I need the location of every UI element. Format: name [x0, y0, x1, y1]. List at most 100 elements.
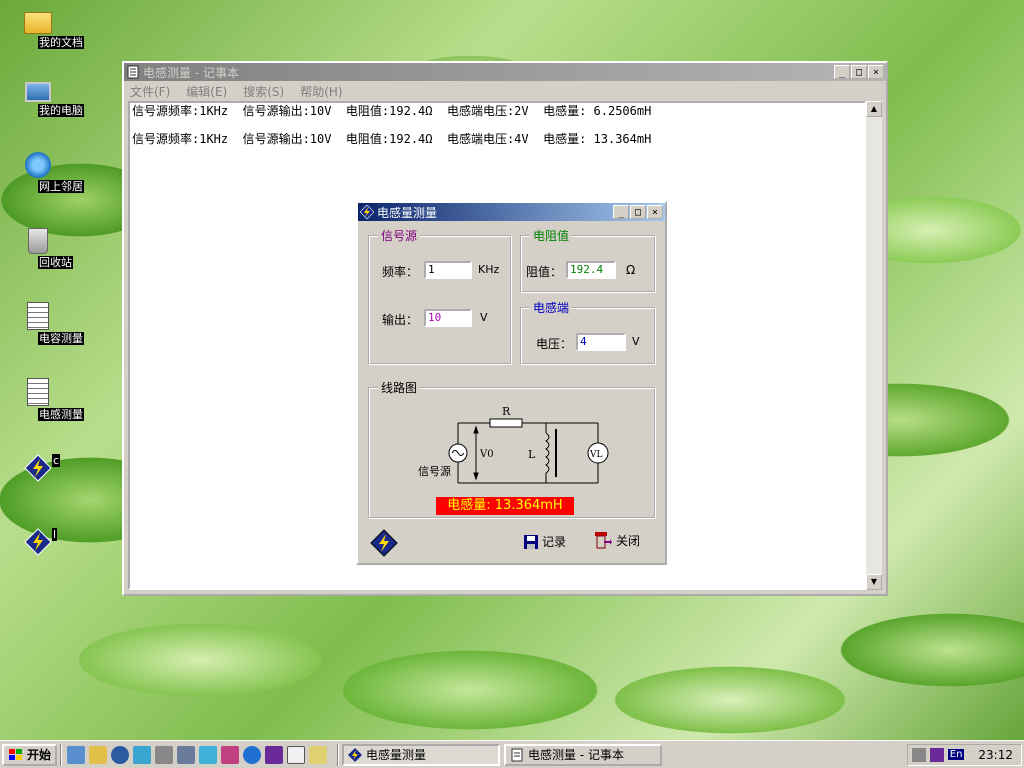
minimize-button[interactable]: _	[613, 205, 629, 219]
desktop-icon-capacitance[interactable]: 电容测量	[6, 302, 84, 345]
resistance-legend: 电阻值	[533, 229, 570, 243]
desktop-icon-label: 回收站	[38, 256, 73, 269]
scroll-down-button[interactable]: ▼	[866, 574, 882, 590]
computer-icon	[25, 82, 51, 102]
lightning-app-icon	[24, 454, 52, 482]
network-icon	[25, 152, 51, 178]
desktop-icon-network[interactable]: 网上邻居	[6, 152, 84, 193]
desktop-icon-label: 电容测量	[38, 332, 84, 345]
menu-file[interactable]: 文件(F)	[130, 83, 170, 100]
media-icon[interactable]	[929, 747, 944, 762]
desktop-icon-my-documents[interactable]: 我的文档	[6, 6, 84, 49]
task-label: 电感量测量	[366, 748, 427, 762]
quicklaunch-glasses-icon[interactable]	[111, 745, 130, 764]
quicklaunch-desktop-icon[interactable]	[67, 745, 86, 764]
quicklaunch-media-icon[interactable]	[265, 745, 284, 764]
frequency-input[interactable]: 1	[424, 261, 472, 279]
record-button[interactable]: 记录	[524, 533, 566, 550]
desktop-icon-inductance[interactable]: 电感测量	[6, 378, 84, 421]
resistance-label: 阻值：	[526, 265, 563, 279]
desktop-icon-l[interactable]: l	[6, 528, 70, 561]
quicklaunch-edit-icon[interactable]	[309, 745, 328, 764]
start-button[interactable]: 开始	[2, 743, 58, 766]
voltage-input[interactable]: 4	[576, 333, 626, 351]
close-dialog-button[interactable]: 关闭	[594, 531, 640, 549]
quicklaunch-keyboard-icon[interactable]	[177, 745, 196, 764]
dialog-titlebar[interactable]: 电感量测量 _ □ ×	[358, 203, 665, 221]
menu-edit[interactable]: 编辑(E)	[186, 83, 227, 100]
v0-label: V0	[479, 449, 494, 460]
vertical-scrollbar[interactable]: ▲ ▼	[866, 101, 882, 590]
notepad-file-icon	[27, 302, 49, 330]
voltage-unit: V	[632, 335, 640, 348]
quicklaunch-app-icon[interactable]	[221, 745, 240, 764]
minimize-button[interactable]: _	[834, 65, 850, 79]
quicklaunch-notepad-icon[interactable]	[287, 745, 306, 764]
voltage-label: 电压：	[536, 337, 573, 351]
menu-help[interactable]: 帮助(H)	[300, 83, 342, 100]
save-disk-icon	[524, 534, 538, 549]
maximize-button[interactable]: □	[630, 205, 646, 219]
output-input[interactable]: 10	[424, 309, 472, 327]
folder-icon	[24, 12, 52, 34]
quicklaunch-explorer-icon[interactable]	[89, 745, 108, 764]
quicklaunch-ie-icon[interactable]	[243, 745, 262, 764]
signal-source-group: 信号源	[368, 227, 512, 365]
inductance-result: 电感量: 13.364mH	[436, 497, 574, 515]
clock: 23:12	[978, 747, 1013, 762]
task-label: 电感测量 - 记事本	[528, 748, 624, 762]
desktop-icon-c[interactable]: c	[6, 454, 70, 487]
maximize-button[interactable]: □	[851, 65, 867, 79]
notepad-title: 电感测量 - 记事本	[143, 65, 239, 80]
inductor-terminal-group: 电感端	[520, 299, 656, 365]
close-button[interactable]: ×	[647, 205, 663, 219]
start-label: 开始	[27, 748, 52, 762]
text-line: 信号源频率:1KHz 信号源输出:10V 电阻值:192.4Ω 电感端电压:2V…	[132, 104, 652, 118]
signal-source-legend: 信号源	[381, 229, 418, 243]
inductance-dialog: 电感量测量 _ □ × 信号源 频率： 1 KHz 输出： 10 V 电阻值 阻…	[356, 201, 667, 565]
recycle-bin-icon	[28, 228, 48, 254]
vl-label: VL	[589, 450, 602, 460]
resistance-input[interactable]: 192.4	[566, 261, 616, 279]
notepad-icon	[511, 748, 523, 761]
task-notepad[interactable]: 电感测量 - 记事本	[504, 743, 663, 766]
desktop-icon-label: 我的电脑	[38, 104, 84, 117]
desktop-icon-label: 网上邻居	[38, 180, 84, 193]
language-indicator[interactable]: En	[947, 749, 965, 760]
lightning-logo-icon	[370, 529, 398, 557]
desktop-icon-my-computer[interactable]: 我的电脑	[6, 78, 84, 117]
desktop-icon-label: c	[52, 454, 61, 467]
notepad-icon	[127, 65, 139, 79]
circuit-diagram-legend: 线路图	[381, 381, 418, 395]
frequency-label: 频率：	[382, 265, 419, 279]
resistance-group: 电阻值	[520, 227, 656, 293]
scroll-up-button[interactable]: ▲	[866, 101, 882, 117]
taskbar-separator	[337, 743, 340, 766]
volume-icon[interactable]	[911, 747, 926, 762]
close-button[interactable]: ×	[868, 65, 884, 79]
exit-door-icon	[595, 532, 612, 549]
taskbar: 开始 电感量测量 电感测量 - 记事本 En 23:12	[0, 740, 1024, 768]
desktop-icon-label: 电感测量	[38, 408, 84, 421]
menu-search[interactable]: 搜索(S)	[243, 83, 284, 100]
signal-source-label: 信号源	[418, 464, 451, 478]
desktop-icon-label: 我的文档	[38, 36, 84, 49]
output-unit: V	[480, 311, 488, 324]
notepad-file-icon	[27, 378, 49, 406]
task-inductance-dialog[interactable]: 电感量测量	[342, 743, 501, 766]
record-button-label: 记录	[542, 535, 567, 549]
close-dialog-button-label: 关闭	[616, 533, 641, 548]
dialog-title: 电感量测量	[377, 205, 438, 220]
windows-logo-icon	[9, 748, 22, 760]
quicklaunch-network-icon[interactable]	[133, 745, 152, 764]
inductor-label: L	[528, 448, 536, 461]
quicklaunch-cube-icon[interactable]	[199, 745, 218, 764]
resistance-unit: Ω	[626, 263, 636, 277]
notepad-titlebar[interactable]: 电感测量 - 记事本 _ □ ×	[124, 63, 886, 81]
desktop-icon-recycle-bin[interactable]: 回收站	[6, 228, 73, 269]
resistor-label: R	[502, 405, 511, 418]
frequency-unit: KHz	[478, 263, 500, 276]
quicklaunch-volume-icon[interactable]	[155, 745, 174, 764]
lightning-app-icon	[24, 528, 52, 556]
lightning-app-icon	[348, 747, 363, 762]
